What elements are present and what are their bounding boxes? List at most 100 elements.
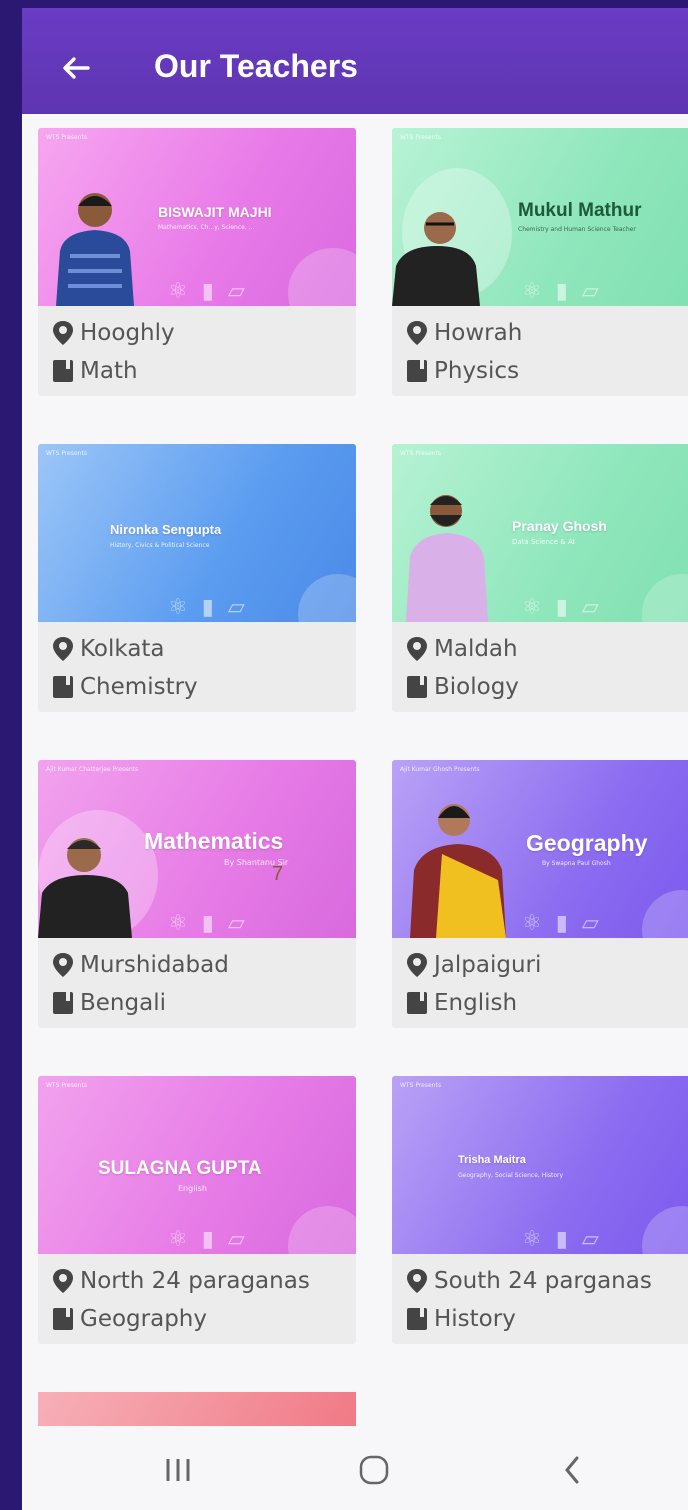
subject-row: Geography	[52, 1300, 310, 1338]
status-strip	[22, 0, 688, 8]
back-arrow-icon	[63, 57, 90, 79]
location-row: Kolkata	[52, 630, 198, 668]
location-row: Hooghly	[52, 314, 175, 352]
system-nav-bar	[22, 1426, 688, 1510]
teacher-photo	[38, 838, 132, 938]
book-icon	[53, 360, 73, 382]
location-pin-icon	[407, 953, 427, 977]
teacher-banner: Ajit Kumar Ghosh Presents Geography By S…	[392, 760, 688, 938]
location-row: Murshidabad	[52, 946, 229, 984]
teacher-card[interactable]: WTS Presents Nironka Sengupta History, C…	[38, 444, 356, 712]
teacher-card-partial[interactable]	[38, 1392, 356, 1426]
banner-tag: WTS Presents	[46, 1082, 87, 1089]
subject-row: Math	[52, 352, 175, 390]
banner-tag: WTS Presents	[400, 450, 441, 457]
teacher-card[interactable]: WTS Presents Trisha Maitra Geography, So…	[392, 1076, 688, 1344]
location-row: Howrah	[406, 314, 522, 352]
location-pin-icon	[53, 637, 73, 661]
teacher-location: Murshidabad	[80, 952, 229, 978]
teacher-card[interactable]: WTS Presents SULAGNA GUPTA English ⚛▮▱ N…	[38, 1076, 356, 1344]
teacher-card[interactable]: Ajit Kumar Chatterjee Presents Mathemati…	[38, 760, 356, 1028]
science-icons: ⚛▮▱	[168, 279, 259, 304]
teacher-photo	[56, 193, 134, 306]
banner-name: Nironka Sengupta	[110, 522, 222, 537]
teacher-banner: Ajit Kumar Chatterjee Presents Mathemati…	[38, 760, 356, 938]
location-row: South 24 parganas	[406, 1262, 652, 1300]
page-title: Our Teachers	[154, 48, 358, 84]
teacher-subject: History	[434, 1306, 516, 1332]
location-pin-icon	[407, 321, 427, 345]
teacher-subject: English	[434, 990, 518, 1016]
teacher-banner: WTS Presents Trisha Maitra Geography, So…	[392, 1076, 688, 1254]
teacher-subject: Chemistry	[80, 674, 198, 700]
banner-name: Mathematics	[144, 828, 284, 854]
teacher-location: South 24 parganas	[434, 1268, 652, 1294]
banner-name: Geography	[526, 830, 648, 856]
teacher-photo	[406, 495, 488, 622]
book-icon	[53, 992, 73, 1014]
teacher-subject: Physics	[434, 358, 520, 384]
teacher-photo	[410, 804, 506, 938]
location-row: Maldah	[406, 630, 519, 668]
subject-row: Physics	[406, 352, 522, 390]
teacher-card[interactable]: WTS Presents BISWAJIT MAJHI Mathematics,…	[38, 128, 356, 396]
teacher-card[interactable]: Ajit Kumar Ghosh Presents Geography By S…	[392, 760, 688, 1028]
chevron-left-icon	[565, 1456, 579, 1484]
banner-subtitle: Geography, Social Science, History	[458, 1172, 564, 1179]
teacher-subject: Math	[80, 358, 138, 384]
teacher-banner: WTS Presents SULAGNA GUPTA English ⚛▮▱	[38, 1076, 356, 1254]
book-icon	[407, 676, 427, 698]
subject-row: History	[406, 1300, 652, 1338]
banner-name: Trisha Maitra	[458, 1154, 526, 1166]
science-icons: ⚛▮▱	[522, 911, 613, 936]
recent-apps-button[interactable]	[148, 1448, 208, 1492]
screen: Our Teachers WTS Presents BISWAJIT MAJHI…	[22, 0, 688, 1510]
teacher-card[interactable]: WTS Presents Pranay Ghosh Data Science &…	[392, 444, 688, 712]
book-icon	[407, 992, 427, 1014]
teacher-subject: Geography	[80, 1306, 207, 1332]
banner-subtitle: Chemistry and Human Science Teacher	[518, 226, 636, 233]
banner-name: Mukul Mathur	[518, 200, 642, 221]
banner-subtitle: English	[178, 1184, 207, 1193]
teacher-location: North 24 paraganas	[80, 1268, 310, 1294]
banner-tag: WTS Presents	[46, 134, 87, 141]
teacher-banner: WTS Presents BISWAJIT MAJHI Mathematics,…	[38, 128, 356, 306]
overlay-number: 7	[272, 863, 284, 885]
app-bar: Our Teachers	[22, 8, 688, 114]
science-icons: ⚛▮▱	[522, 1227, 613, 1252]
teacher-card[interactable]: WTS Presents Mukul Mathur Chemistry and …	[392, 128, 688, 396]
recent-apps-icon	[166, 1459, 190, 1481]
back-button[interactable]	[56, 48, 96, 88]
science-icons: ⚛▮▱	[522, 279, 613, 304]
book-icon	[407, 1308, 427, 1330]
teacher-photo	[392, 212, 480, 306]
book-icon	[53, 1308, 73, 1330]
home-icon	[359, 1455, 389, 1485]
location-pin-icon	[407, 1269, 427, 1293]
subject-row: Bengali	[52, 984, 229, 1022]
system-back-button[interactable]	[542, 1448, 602, 1492]
location-row: North 24 paraganas	[52, 1262, 310, 1300]
location-row: Jalpaiguri	[406, 946, 541, 984]
subject-row: Chemistry	[52, 668, 198, 706]
teacher-location: Howrah	[434, 320, 523, 346]
banner-tag: Ajit Kumar Ghosh Presents	[400, 766, 480, 773]
location-pin-icon	[53, 1269, 73, 1293]
banner-tag: WTS Presents	[400, 134, 441, 141]
science-icons: ⚛▮▱	[168, 911, 259, 936]
banner-name: Pranay Ghosh	[512, 518, 607, 534]
banner-tag: WTS Presents	[46, 450, 87, 457]
teacher-location: Kolkata	[80, 636, 165, 662]
book-icon	[407, 360, 427, 382]
teacher-banner: WTS Presents Pranay Ghosh Data Science &…	[392, 444, 688, 622]
subject-row: Biology	[406, 668, 519, 706]
banner-name: BISWAJIT MAJHI	[158, 204, 272, 220]
home-button[interactable]	[344, 1448, 404, 1492]
teacher-location: Maldah	[434, 636, 518, 662]
book-icon	[53, 676, 73, 698]
teacher-banner: WTS Presents Mukul Mathur Chemistry and …	[392, 128, 688, 306]
banner-subtitle: Data Science & AI	[512, 538, 575, 546]
banner-subtitle: History, Civics & Political Science	[110, 542, 210, 549]
banner-name: SULAGNA GUPTA	[98, 1158, 262, 1179]
teacher-location: Jalpaiguri	[434, 952, 542, 978]
